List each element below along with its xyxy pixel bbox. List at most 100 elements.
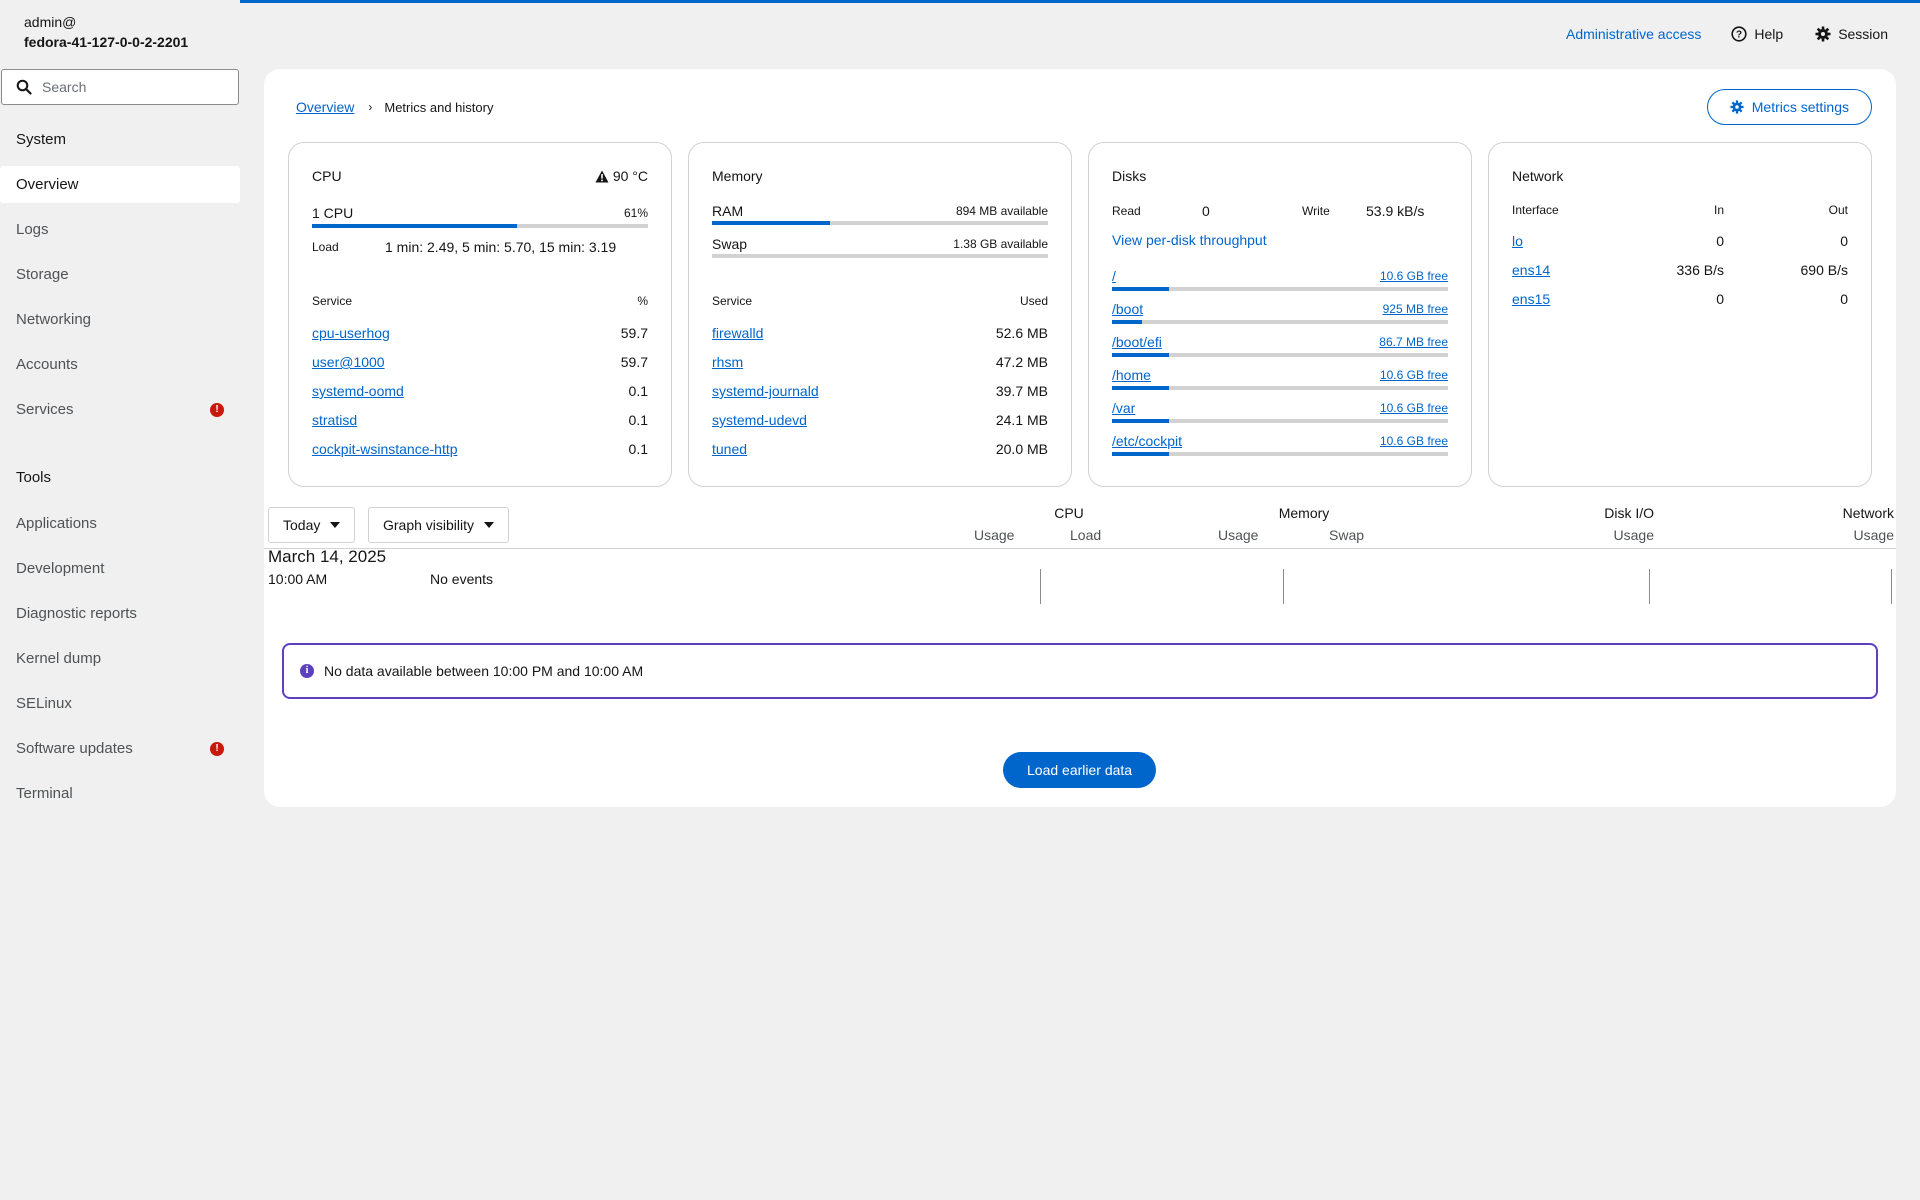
mount-usage-bar xyxy=(1112,452,1448,456)
mount-usage-bar-fill xyxy=(1112,452,1170,456)
mount-row: /home 10.6 GB free xyxy=(1112,367,1448,383)
cpu-col-service: Service xyxy=(312,294,353,308)
mount-link[interactable]: /home xyxy=(1112,367,1151,383)
sidebar-item-applications[interactable]: Applications xyxy=(0,505,240,542)
network-col-out: Out xyxy=(1828,203,1848,217)
mount-link[interactable]: /etc/cockpit xyxy=(1112,433,1182,449)
graph-visibility-dropdown[interactable]: Graph visibility xyxy=(368,507,510,543)
sidebar-item-label: Overview xyxy=(16,176,79,193)
breadcrumb: Overview › Metrics and history xyxy=(296,99,493,115)
sidebar-item-label: Terminal xyxy=(16,785,73,802)
mount-free-link[interactable]: 10.6 GB free xyxy=(1380,368,1448,382)
disk-read-label: Read xyxy=(1112,204,1141,218)
sidebar-item-diagnostic-reports[interactable]: Diagnostic reports xyxy=(0,595,240,632)
mount-usage-bar-fill xyxy=(1112,353,1170,357)
top-accent-line xyxy=(240,0,1920,3)
metrics-settings-button[interactable]: Metrics settings xyxy=(1706,89,1872,125)
load-earlier-data-button[interactable]: Load earlier data xyxy=(1003,752,1157,788)
mount-link[interactable]: /var xyxy=(1112,400,1135,416)
cpu-name: 1 CPU xyxy=(312,205,354,221)
sidebar-item-storage[interactable]: Storage xyxy=(0,256,240,293)
ram-label: RAM xyxy=(712,203,744,219)
table-row: systemd-journald 39.7 MB xyxy=(712,383,1048,399)
help-label: Help xyxy=(1754,26,1784,42)
sidebar-item-selinux[interactable]: SELinux xyxy=(0,685,240,722)
mount-link[interactable]: /boot xyxy=(1112,301,1143,317)
view-per-disk-throughput-button[interactable]: View per-disk throughput xyxy=(1112,232,1267,248)
mount-free-link[interactable]: 86.7 MB free xyxy=(1379,335,1448,349)
graph-column-divider xyxy=(1891,569,1892,604)
cpu-percent: 61% xyxy=(623,206,648,220)
cpu-usage-bar xyxy=(312,224,648,228)
cpu-load-label: Load xyxy=(312,240,339,254)
ram-row: RAM 894 MB available xyxy=(712,203,1048,219)
sidebar-item-terminal[interactable]: Terminal xyxy=(0,775,240,812)
administrative-access-button[interactable]: Administrative access xyxy=(1566,26,1701,42)
sidebar-item-software-updates[interactable]: Software updates! xyxy=(0,730,240,767)
no-data-alert: i No data available between 10:00 PM and… xyxy=(282,643,1878,699)
interface-link[interactable]: ens14 xyxy=(1512,262,1624,278)
search-box[interactable] xyxy=(1,69,239,105)
sidebar-item-kernel-dump[interactable]: Kernel dump xyxy=(0,640,240,677)
interface-out: 0 xyxy=(1840,291,1848,307)
service-value: 52.6 MB xyxy=(995,325,1048,341)
sidebar-item-services[interactable]: Services! xyxy=(0,391,240,428)
graph-time: 10:00 AM xyxy=(268,571,328,587)
metrics-settings-label: Metrics settings xyxy=(1751,99,1849,115)
mount-link[interactable]: /boot/efi xyxy=(1112,334,1162,350)
mount-free-link[interactable]: 10.6 GB free xyxy=(1380,434,1448,448)
cpu-load-value: 1 min: 2.49, 5 min: 5.70, 15 min: 3.19 xyxy=(385,239,617,255)
sidebar-item-logs[interactable]: Logs xyxy=(0,211,240,248)
sidebar-item-label: Diagnostic reports xyxy=(16,605,137,622)
graph-column-divider xyxy=(1649,569,1650,604)
service-value: 24.1 MB xyxy=(995,412,1048,428)
service-link[interactable]: stratisd xyxy=(312,412,357,428)
service-link[interactable]: user@1000 xyxy=(312,354,385,370)
table-row: stratisd 0.1 xyxy=(312,412,648,428)
ram-usage-bar xyxy=(712,221,1048,225)
sidebar-item-development[interactable]: Development xyxy=(0,550,240,587)
session-button[interactable]: Session xyxy=(1815,26,1888,42)
service-link[interactable]: firewalld xyxy=(712,325,763,341)
sidebar-item-accounts[interactable]: Accounts xyxy=(0,346,240,383)
search-input[interactable] xyxy=(42,79,238,95)
sidebar-item-networking[interactable]: Networking xyxy=(0,301,240,338)
service-link[interactable]: tuned xyxy=(712,441,747,457)
graph-sub-memory-usage: Usage xyxy=(1218,527,1259,543)
service-value: 59.7 xyxy=(620,325,648,341)
interface-in: 336 B/s xyxy=(1676,262,1724,278)
period-dropdown[interactable]: Today xyxy=(268,507,356,543)
mount-row: / 10.6 GB free xyxy=(1112,268,1448,284)
session-label: Session xyxy=(1838,26,1888,42)
info-icon: i xyxy=(300,664,314,678)
service-link[interactable]: systemd-udevd xyxy=(712,412,807,428)
service-value: 0.1 xyxy=(628,441,648,457)
interface-in: 0 xyxy=(1716,233,1724,249)
table-row: user@1000 59.7 xyxy=(312,354,648,370)
sidebar-item-overview[interactable]: Overview xyxy=(0,166,240,203)
disk-write-label: Write xyxy=(1302,204,1330,218)
mount-link[interactable]: / xyxy=(1112,268,1116,284)
cpu-temperature: 90 °C xyxy=(595,168,648,184)
alert-badge-icon: ! xyxy=(210,403,224,417)
host-switcher[interactable]: admin@ fedora-41-127-0-0-2-2201 xyxy=(24,12,188,52)
interface-link[interactable]: lo xyxy=(1512,233,1624,249)
breadcrumb-overview-link[interactable]: Overview xyxy=(296,99,354,115)
service-link[interactable]: cpu-userhog xyxy=(312,325,390,341)
service-link[interactable]: systemd-journald xyxy=(712,383,819,399)
service-link[interactable]: systemd-oomd xyxy=(312,383,404,399)
service-link[interactable]: rhsm xyxy=(712,354,743,370)
interface-link[interactable]: ens15 xyxy=(1512,291,1624,307)
svg-text:?: ? xyxy=(1736,30,1742,41)
service-link[interactable]: cockpit-wsinstance-http xyxy=(312,441,458,457)
memory-table-header: Service Used xyxy=(712,294,1048,308)
help-button[interactable]: ? Help xyxy=(1731,26,1783,42)
cpu-usage-row: 1 CPU 61% xyxy=(312,205,648,221)
mount-free-link[interactable]: 10.6 GB free xyxy=(1380,269,1448,283)
mount-usage-bar-fill xyxy=(1112,386,1170,390)
swap-row: Swap 1.38 GB available xyxy=(712,236,1048,252)
mount-free-link[interactable]: 10.6 GB free xyxy=(1380,401,1448,415)
mount-free-link[interactable]: 925 MB free xyxy=(1383,302,1448,316)
mount-usage-bar xyxy=(1112,386,1448,390)
cpu-load-row: Load 1 min: 2.49, 5 min: 5.70, 15 min: 3… xyxy=(312,239,648,255)
